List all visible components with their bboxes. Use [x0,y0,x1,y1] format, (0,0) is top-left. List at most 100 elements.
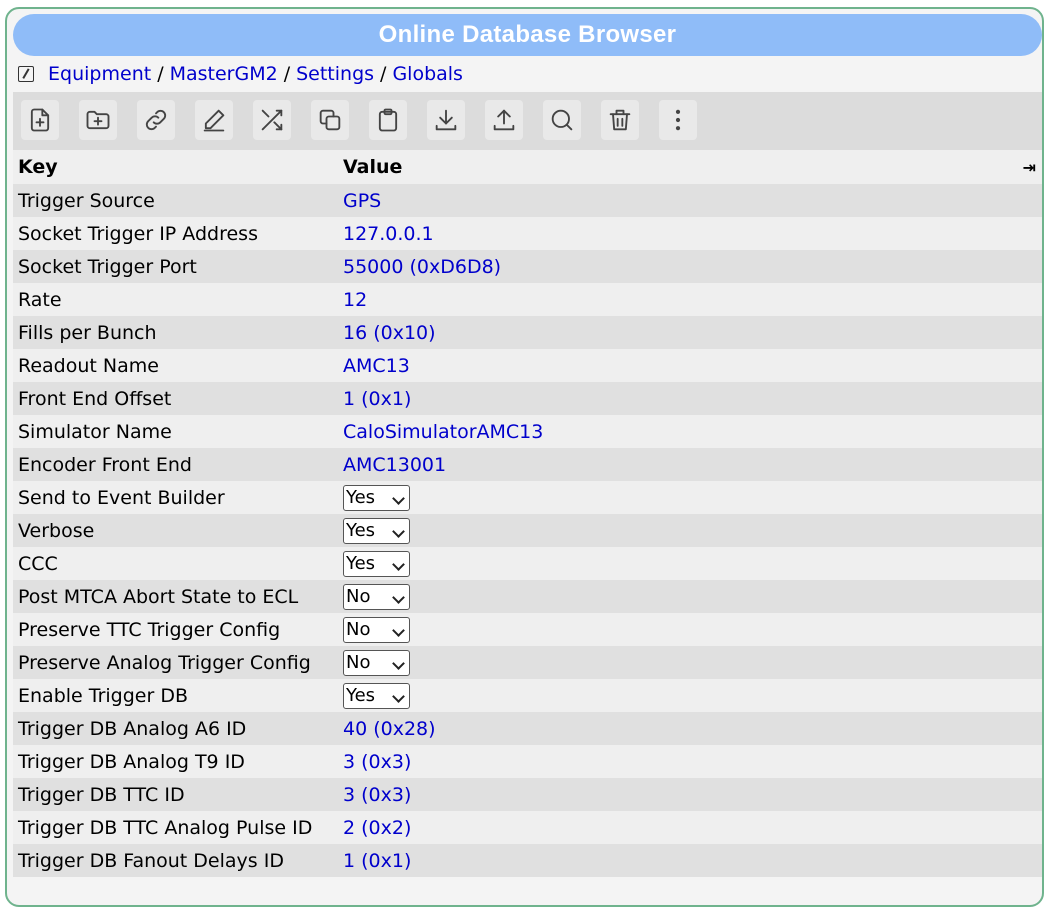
table-row: Preserve Analog Trigger Config No [13,646,1042,679]
row-value-cell: No [338,646,1042,679]
row-value[interactable]: 3 (0x3) [343,784,411,806]
bool-select-wrapper: Yes [343,517,410,544]
search-button[interactable] [543,100,581,140]
row-value[interactable]: 55000 (0xD6D8) [343,256,501,278]
link-icon [145,109,167,131]
bool-select[interactable]: Yes [343,517,410,544]
new-key-icon [30,108,50,132]
table-row: Fills per Bunch 16 (0x10) [13,316,1042,349]
row-value[interactable]: GPS [343,190,381,212]
row-value[interactable]: AMC13 [343,355,410,377]
breadcrumb-globals[interactable]: Globals [392,63,463,85]
breadcrumb-separator: / [380,63,387,85]
row-value[interactable]: 3 (0x3) [343,751,411,773]
new-key-button[interactable] [21,100,59,140]
bool-select[interactable]: No [343,649,410,676]
breadcrumb-mastergm2[interactable]: MasterGM2 [170,63,278,85]
row-value-cell: Yes [338,679,1042,712]
row-value-cell: 40 (0x28) [338,712,1042,745]
row-key: Preserve Analog Trigger Config [13,646,338,679]
row-key: Socket Trigger Port [13,250,338,283]
expand-icon[interactable]: ⇥ [858,150,1042,184]
download-button[interactable] [427,100,465,140]
row-key: Trigger DB Analog A6 ID [13,712,338,745]
row-value[interactable]: AMC13001 [343,454,446,476]
shuffle-button[interactable] [253,100,291,140]
breadcrumb-separator: / [283,63,291,85]
delete-button[interactable] [601,100,639,140]
row-value-cell: 12 [338,283,1042,316]
row-key: Post MTCA Abort State to ECL [13,580,338,613]
download-icon [435,109,457,131]
row-value[interactable]: 2 (0x2) [343,817,411,839]
bool-select-wrapper: No [343,616,410,643]
odb-table: Key Value ⇥ Trigger Source GPS Socket Trig… [13,150,1042,877]
table-row: Simulator Name CaloSimulatorAMC13 [13,415,1042,448]
edit-path-icon[interactable] [18,66,34,82]
bool-select[interactable]: No [343,616,410,643]
row-value[interactable]: 1 (0x1) [343,388,411,410]
row-key: Trigger DB Analog T9 ID [13,745,338,778]
row-value[interactable]: 1 (0x1) [343,850,411,872]
pencil-icon [203,109,225,132]
row-key: Front End Offset [13,382,338,415]
table-row: Encoder Front End AMC13001 [13,448,1042,481]
row-value-cell: Yes [338,481,1042,514]
row-value[interactable]: 12 [343,289,367,311]
page-title: Online Database Browser [13,14,1042,56]
table-body: Trigger Source GPS Socket Trigger IP Addre… [13,184,1042,877]
row-value[interactable]: 40 (0x28) [343,718,436,740]
more-button[interactable] [659,100,697,140]
row-value-cell: No [338,580,1042,613]
row-value[interactable]: 127.0.0.1 [343,223,434,245]
row-value-cell: CaloSimulatorAMC13 [338,415,1042,448]
breadcrumb-settings[interactable]: Settings [296,63,374,85]
bool-select-wrapper: Yes [343,484,410,511]
row-value[interactable]: 16 (0x10) [343,322,436,344]
table-row: CCC Yes [13,547,1042,580]
bool-select[interactable]: Yes [343,484,410,511]
bool-select-wrapper: No [343,649,410,676]
row-key: Fills per Bunch [13,316,338,349]
row-key: Send to Event Builder [13,481,338,514]
bool-select[interactable]: No [343,583,410,610]
table-row: Socket Trigger IP Address 127.0.0.1 [13,217,1042,250]
rename-button[interactable] [195,100,233,140]
row-key: Rate [13,283,338,316]
upload-icon [493,109,515,131]
row-key: Trigger DB TTC Analog Pulse ID [13,811,338,844]
table-row: Verbose Yes [13,514,1042,547]
table-row: Socket Trigger Port 55000 (0xD6D8) [13,250,1042,283]
row-key: Socket Trigger IP Address [13,217,338,250]
row-value-cell: AMC13001 [338,448,1042,481]
table-row: Trigger Source GPS [13,184,1042,217]
table-header-row: Key Value ⇥ [13,150,1042,184]
table-row: Rate 12 [13,283,1042,316]
bool-select-wrapper: No [343,583,410,610]
new-subdir-icon [86,110,110,130]
row-value-cell: AMC13 [338,349,1042,382]
bool-select[interactable]: Yes [343,550,410,577]
new-subdir-button[interactable] [79,100,117,140]
row-key: Enable Trigger DB [13,679,338,712]
row-key: Trigger DB TTC ID [13,778,338,811]
paste-button[interactable] [369,100,407,140]
table-row: Trigger DB Fanout Delays ID 1 (0x1) [13,844,1042,877]
row-value-cell: No [338,613,1042,646]
row-value[interactable]: CaloSimulatorAMC13 [343,421,543,443]
table-row: Trigger DB Analog A6 ID 40 (0x28) [13,712,1042,745]
bool-select-wrapper: Yes [343,682,410,709]
upload-button[interactable] [485,100,523,140]
clipboard-icon [378,108,398,132]
breadcrumb-equipment[interactable]: Equipment [48,63,151,85]
row-key: Readout Name [13,349,338,382]
link-button[interactable] [137,100,175,140]
shuffle-icon [261,109,283,131]
row-key: Encoder Front End [13,448,338,481]
copy-button[interactable] [311,100,349,140]
row-value-cell: Yes [338,514,1042,547]
bool-select[interactable]: Yes [343,682,410,709]
row-value-cell: 1 (0x1) [338,844,1042,877]
breadcrumb-separator: / [157,63,164,85]
row-value-cell: 3 (0x3) [338,745,1042,778]
